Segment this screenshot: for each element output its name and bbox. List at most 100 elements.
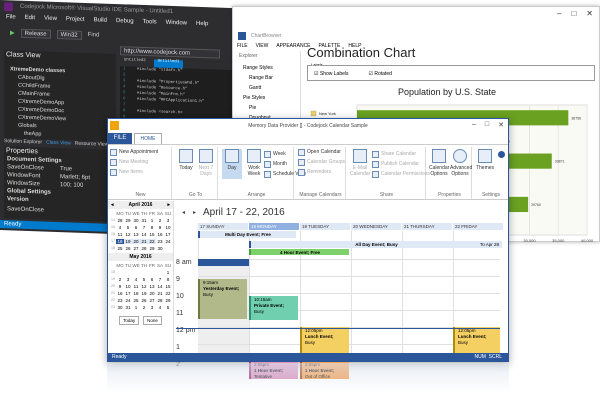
day-cell[interactable]: 27 [148,298,156,303]
day-cell[interactable]: 16 [116,291,124,296]
email-calendar-button[interactable]: E-Mail Calendar [350,149,370,177]
private-event[interactable]: 10:15am Private Event; Busy [249,296,298,320]
multi-day-event[interactable]: Multi Day Event; Free [198,231,296,238]
day-header[interactable]: 17 SUNDAY [198,223,248,230]
reminders-button[interactable]: Reminders [298,167,345,177]
rotated-checkbox[interactable]: ☑ Rotated [369,71,392,77]
today-button[interactable]: Today [176,149,196,171]
config-dropdown[interactable]: Release [20,28,51,39]
day-cell[interactable]: 11 [116,232,124,237]
minimize-icon[interactable]: – [557,9,561,18]
menu-item-debug[interactable]: Debug [116,18,134,25]
tab-class-view[interactable]: Class View [46,140,71,147]
day-cell[interactable]: 1 [148,218,156,223]
day-cell[interactable]: 9 [156,225,164,230]
day-cell[interactable] [140,270,148,275]
day-header[interactable]: 18 MONDAY [249,223,299,230]
day-cell[interactable]: 13 [148,284,156,289]
day-cell[interactable]: 30 [132,218,140,223]
day-cell[interactable]: 14 [156,284,164,289]
day-cell[interactable]: 7 [156,277,164,282]
yesterday-event[interactable]: 9:15am Yesterday Event; Busy [198,279,247,319]
day-cell[interactable] [156,270,164,275]
tab-solution-explorer[interactable]: Solution Explorer [4,138,42,145]
publish-calendar-button[interactable]: Publish Calendar [372,159,430,169]
day-cell[interactable]: 2 [156,218,164,223]
tree-item[interactable]: Pie [239,103,296,113]
day-cell[interactable]: 19 [140,291,148,296]
start-icon[interactable]: ▶ [10,29,15,36]
day-cell[interactable]: 10 [124,284,132,289]
day-cell[interactable]: 2 [140,305,148,310]
day-cell[interactable]: 13 [132,232,140,237]
day-cell[interactable]: 22 [164,291,172,296]
day-cell[interactable]: 5 [164,305,172,310]
day-cell[interactable]: 18 [116,239,124,244]
tree-item[interactable]: Gantt [239,83,296,93]
day-cell[interactable]: 12 [140,284,148,289]
day-cell[interactable]: 31 [140,218,148,223]
day-cell[interactable] [164,246,172,251]
day-cell[interactable]: 28 [140,246,148,251]
day-cell[interactable]: 21 [140,239,148,244]
day-header[interactable]: 21 THURSDAY [402,223,452,230]
next-7-days-button[interactable]: Next 7 Days [196,149,216,177]
day-cell[interactable]: 3 [164,218,172,223]
day-header[interactable]: 19 TUESDAY [300,223,350,230]
day-cell[interactable]: 11 [132,284,140,289]
none-button[interactable]: None [143,316,162,325]
day-cell[interactable]: 16 [156,232,164,237]
week-grid[interactable]: 17 SUNDAY 18 MONDAY 19 TUESDAY 20 WEDNESDAY… [176,223,506,379]
file-tab[interactable]: FILE [108,133,132,144]
day-cell[interactable]: 24 [124,298,132,303]
day-cell[interactable]: 23 [116,298,124,303]
day-cell[interactable]: 4 [156,305,164,310]
day-view-button[interactable]: Day [222,149,242,179]
day-cell[interactable]: 30 [116,305,124,310]
home-tab[interactable]: HOME [134,133,162,144]
tab-resource-view[interactable]: Resource View [75,141,109,148]
day-cell[interactable]: 31 [124,305,132,310]
maximize-icon[interactable]: □ [485,121,489,129]
day-cell[interactable]: 20 [132,239,140,244]
day-cell[interactable] [132,270,140,275]
day-cell[interactable]: 1 [132,305,140,310]
menu-item-appearance[interactable]: APPEARANCE [276,43,310,49]
menu-item-view[interactable]: View [44,16,57,22]
day-cell[interactable]: 15 [164,284,172,289]
day-cell[interactable]: 8 [148,225,156,230]
day-cell[interactable]: 8 [164,277,172,282]
new-items-button[interactable]: New Items [110,167,171,177]
day-cell[interactable]: 4 [116,225,124,230]
work-week-button[interactable]: Work Week [244,149,264,177]
today-button[interactable]: Today [119,316,140,325]
day-cell[interactable]: 23 [156,239,164,244]
menu-item-build[interactable]: Build [94,17,107,23]
day-cell[interactable]: 9 [116,284,124,289]
editor-tab-active[interactable]: Untitled1 [153,59,184,69]
nav-arrows[interactable]: ◂▸ [182,209,204,216]
menu-item-window[interactable]: Window [166,20,187,27]
platform-dropdown[interactable]: Win32 [56,29,82,40]
calendar-groups-button[interactable]: Calendar Groups [298,157,345,167]
open-calendar-button[interactable]: Open Calendar [298,147,345,157]
menu-item-tools[interactable]: Tools [143,19,157,25]
day-cell[interactable]: 3 [148,305,156,310]
day-cell[interactable]: 28 [116,218,124,223]
calendar-options-button[interactable]: Calendar Options [429,149,449,177]
find-label[interactable]: Find [88,32,100,38]
day-cell[interactable]: 26 [124,246,132,251]
menu-item-edit[interactable]: Edit [25,15,35,21]
menu-item-view[interactable]: VIEW [256,43,269,49]
day-cell[interactable]: 25 [116,246,124,251]
advanced-options-button[interactable]: Advanced Options [450,149,472,177]
day-cell[interactable]: 17 [164,232,172,237]
tree-item[interactable]: Pie Styles [239,93,296,103]
day-cell[interactable]: 29 [124,218,132,223]
day-cell[interactable]: 1 [164,270,172,275]
menu-item-file[interactable]: FILE [237,43,248,49]
close-icon[interactable]: ✕ [498,121,504,129]
day-cell[interactable]: 22 [148,239,156,244]
calendar-permissions-button[interactable]: Calendar Permissions [372,169,430,179]
menu-item-file[interactable]: File [6,14,16,20]
